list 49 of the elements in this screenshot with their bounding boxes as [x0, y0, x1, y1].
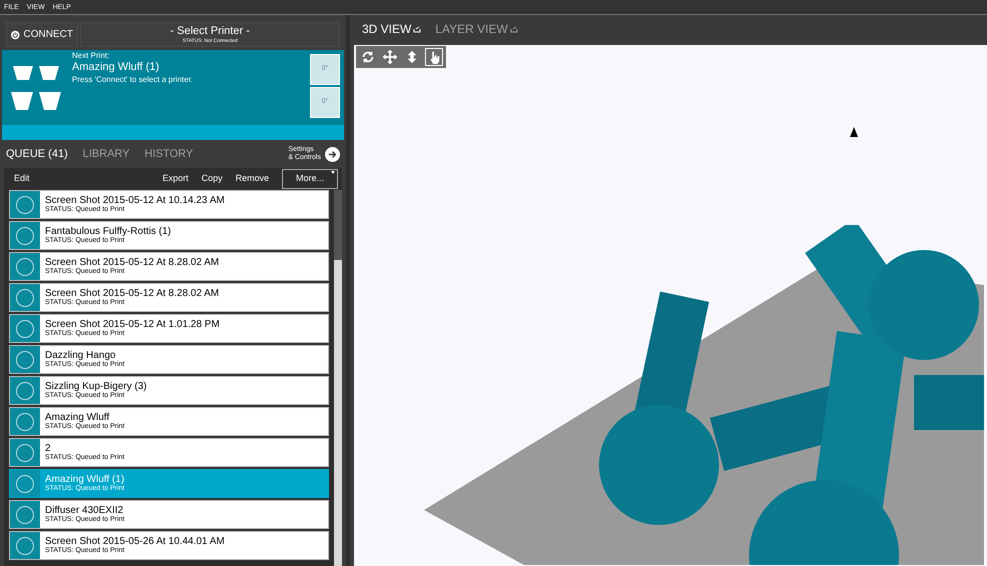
- model-thumbnail: [10, 191, 40, 218]
- popout-icon: [413, 26, 422, 32]
- model-thumbnail: [10, 377, 40, 404]
- item-name: Screen Shot 2015-05-12 At 1.01.28 PM: [45, 319, 220, 330]
- model-thumbnail: [10, 253, 40, 280]
- item-name: Amazing Wluff (1): [45, 474, 124, 485]
- item-name: Screen Shot 2015-05-12 At 10.14.23 AM: [45, 195, 225, 206]
- item-name: Fantabulous Fulffy-Rottis (1): [45, 226, 171, 237]
- item-name: Diffuser 430EXII2: [45, 505, 124, 516]
- item-name: 2: [45, 443, 52, 454]
- panel-tab[interactable]: HISTORY: [144, 146, 194, 162]
- model-thumbnail: [10, 284, 40, 311]
- item-name: Screen Shot 2015-05-12 At 8.28.02 AM: [45, 257, 220, 268]
- view-tab[interactable]: LAYER VIEW: [435, 20, 518, 38]
- next-print-label: Next Print:: [72, 51, 110, 61]
- toolbar-button[interactable]: Export: [162, 172, 188, 186]
- item-name: Dazzling Hango: [45, 350, 116, 361]
- model-thumbnail: [10, 470, 40, 497]
- connect-hint: Press 'Connect' to select a printer.: [72, 74, 194, 85]
- item-name: Screen Shot 2015-05-12 At 8.28.02 AM: [45, 288, 220, 299]
- model-thumbnail: [10, 222, 40, 249]
- item-name: Screen Shot 2015-05-26 At 10.44.01 AM: [45, 536, 225, 547]
- up-down-arrow-icon: [405, 50, 419, 64]
- model-thumbnail: [10, 439, 40, 466]
- popout-icon: [510, 26, 518, 32]
- arrow-right-icon: [325, 146, 340, 162]
- model-thumbnail: [10, 501, 40, 528]
- model-thumbnail: [10, 408, 40, 435]
- item-name: Amazing Wluff: [45, 412, 110, 423]
- view-tab[interactable]: 3D VIEW: [362, 20, 422, 38]
- more-dropdown[interactable]: More...: [282, 169, 338, 189]
- item-name: Sizzling Kup-Bigery (3): [45, 381, 147, 392]
- model-thumbnail: [10, 315, 40, 342]
- view-tool-button[interactable]: [425, 48, 443, 66]
- panel-tab[interactable]: LIBRARY: [82, 146, 130, 162]
- rotate-icon: [361, 50, 375, 64]
- next-print-name: Amazing Wluff (1): [72, 61, 160, 75]
- move-icon: [383, 50, 397, 64]
- model-thumbnail: [10, 532, 40, 559]
- model-thumbnail: [10, 346, 40, 373]
- toolbar-button[interactable]: Remove: [235, 172, 269, 186]
- connect-button[interactable]: CONNECT: [6, 22, 78, 47]
- power-icon: [11, 28, 20, 40]
- toolbar-button[interactable]: Copy: [201, 172, 222, 186]
- edit-button[interactable]: Edit: [14, 172, 30, 186]
- panel-tab[interactable]: QUEUE (41): [6, 146, 68, 162]
- mouse-cursor-icon: [850, 127, 859, 139]
- view-tool-button[interactable]: [381, 48, 399, 66]
- scrollbar-thumb[interactable]: [334, 190, 342, 260]
